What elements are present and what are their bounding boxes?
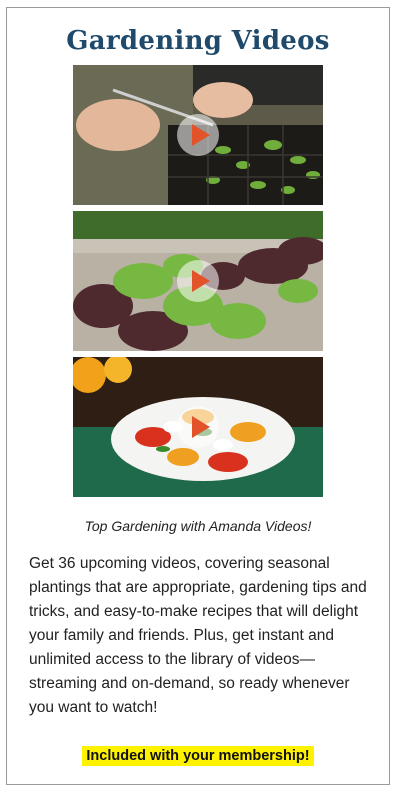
video-thumbnail-seedlings[interactable] — [73, 65, 323, 205]
page-title: Gardening Videos — [66, 26, 330, 56]
video-thumbnail-lettuce[interactable] — [73, 211, 323, 351]
video-thumbnail-salad[interactable] — [73, 357, 323, 497]
play-button[interactable] — [177, 406, 219, 448]
play-icon — [192, 124, 210, 146]
videos-caption: Top Gardening with Amanda Videos! — [84, 518, 312, 534]
play-icon — [192, 270, 210, 292]
play-button[interactable] — [177, 260, 219, 302]
description-text: Get 36 upcoming videos, covering seasona… — [29, 555, 367, 716]
play-button[interactable] — [177, 114, 219, 156]
play-icon — [192, 416, 210, 438]
membership-highlight: Included with your membership! — [82, 746, 314, 766]
gardening-videos-card: Gardening Videos Top Gardening with Aman… — [6, 7, 390, 785]
